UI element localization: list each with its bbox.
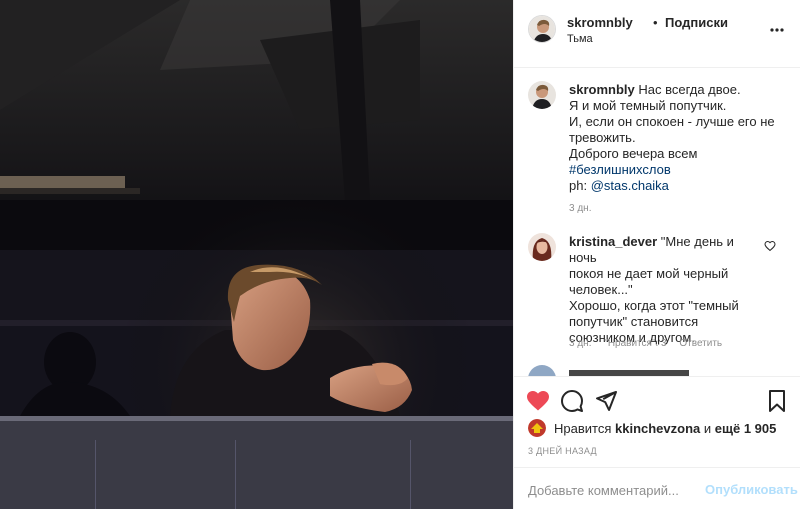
comment-likes[interactable]: "Нравится": 3 xyxy=(604,338,666,349)
comment-text: kristina_dever "Мне день и ночь покоя не… xyxy=(569,234,764,346)
caption-credit-mention[interactable]: @stas.chaika xyxy=(591,178,669,193)
post-side-panel: skromnbly • Подписки Тьма skromnbly Нас … xyxy=(513,0,800,509)
caption-avatar-image xyxy=(528,81,556,109)
comment-line-4: Хорошо, когда этот "темный xyxy=(569,298,739,313)
comments-list[interactable]: skromnbly Нас всегда двое. Я и мой темны… xyxy=(514,69,800,376)
likes-text: Нравится kkinchevzona и ещё 1 905 xyxy=(554,421,776,436)
comment-meta: 3 дн. "Нравится": 3 Ответить xyxy=(569,338,732,349)
comment-line-2: покоя не дает мой черный xyxy=(569,266,729,281)
caption-time[interactable]: 3 дн. xyxy=(569,203,591,214)
liker-avatar-image xyxy=(528,419,546,437)
bookmark-icon[interactable] xyxy=(765,389,789,413)
likes-more[interactable]: ещё 1 905 xyxy=(715,421,777,436)
liker-avatar[interactable] xyxy=(528,419,546,437)
comment-time[interactable]: 3 дн. xyxy=(569,338,591,349)
author-avatar-image xyxy=(529,16,555,42)
post-time[interactable]: 3 дней назад xyxy=(528,446,597,456)
share-icon[interactable] xyxy=(594,389,618,413)
caption-hashtag[interactable]: #безлишнихслов xyxy=(569,162,671,177)
caption-line-5: Доброго вечера всем xyxy=(569,146,698,161)
comment-reply-button[interactable]: Ответить xyxy=(679,338,722,349)
likes-conj: и xyxy=(703,421,712,436)
next-commenter-avatar[interactable] xyxy=(528,365,556,376)
author-avatar[interactable] xyxy=(528,15,556,43)
caption-line-2: Я и мой темный попутчик. xyxy=(569,98,727,113)
likes-prefix: Нравится xyxy=(554,421,612,436)
add-comment-bar: Опубликовать xyxy=(514,467,800,509)
caption-text: skromnbly Нас всегда двое. Я и мой темны… xyxy=(569,82,789,194)
caption-credit-prefix: ph: xyxy=(569,178,591,193)
caption-line-1: Нас всегда двое. xyxy=(638,82,741,97)
caption-line-3: И, если он спокоен - лучше его не xyxy=(569,114,775,129)
post-photo-image xyxy=(0,0,513,509)
heart-outline-icon[interactable] xyxy=(764,240,776,252)
following-button[interactable]: Подписки xyxy=(665,15,728,30)
author-username[interactable]: skromnbly xyxy=(567,15,633,30)
post-header: skromnbly • Подписки Тьма xyxy=(514,0,800,68)
heart-filled-icon[interactable] xyxy=(526,389,550,413)
caption-meta: 3 дн. xyxy=(569,203,601,214)
comment-line-3: человек..." xyxy=(569,282,633,297)
publish-button[interactable]: Опубликовать xyxy=(705,482,798,497)
commenter-avatar[interactable] xyxy=(528,233,556,261)
caption-author-avatar[interactable] xyxy=(528,81,556,109)
commenter-username[interactable]: kristina_dever xyxy=(569,234,657,249)
more-icon[interactable] xyxy=(769,22,785,38)
caption-line-4: тревожить. xyxy=(569,130,636,145)
caption-username[interactable]: skromnbly xyxy=(569,82,635,97)
post-location[interactable]: Тьма xyxy=(567,33,593,45)
comment-line-5: попутчик" становится xyxy=(569,314,699,329)
post-actions: Нравится kkinchevzona и ещё 1 905 3 дней… xyxy=(514,376,800,509)
comment-icon[interactable] xyxy=(560,389,584,413)
commenter-avatar-image xyxy=(528,233,556,261)
likes-user[interactable]: kkinchevzona xyxy=(615,421,700,436)
header-separator-dot: • xyxy=(653,15,658,30)
comment-input[interactable] xyxy=(528,480,698,500)
post-photo[interactable] xyxy=(0,0,513,509)
